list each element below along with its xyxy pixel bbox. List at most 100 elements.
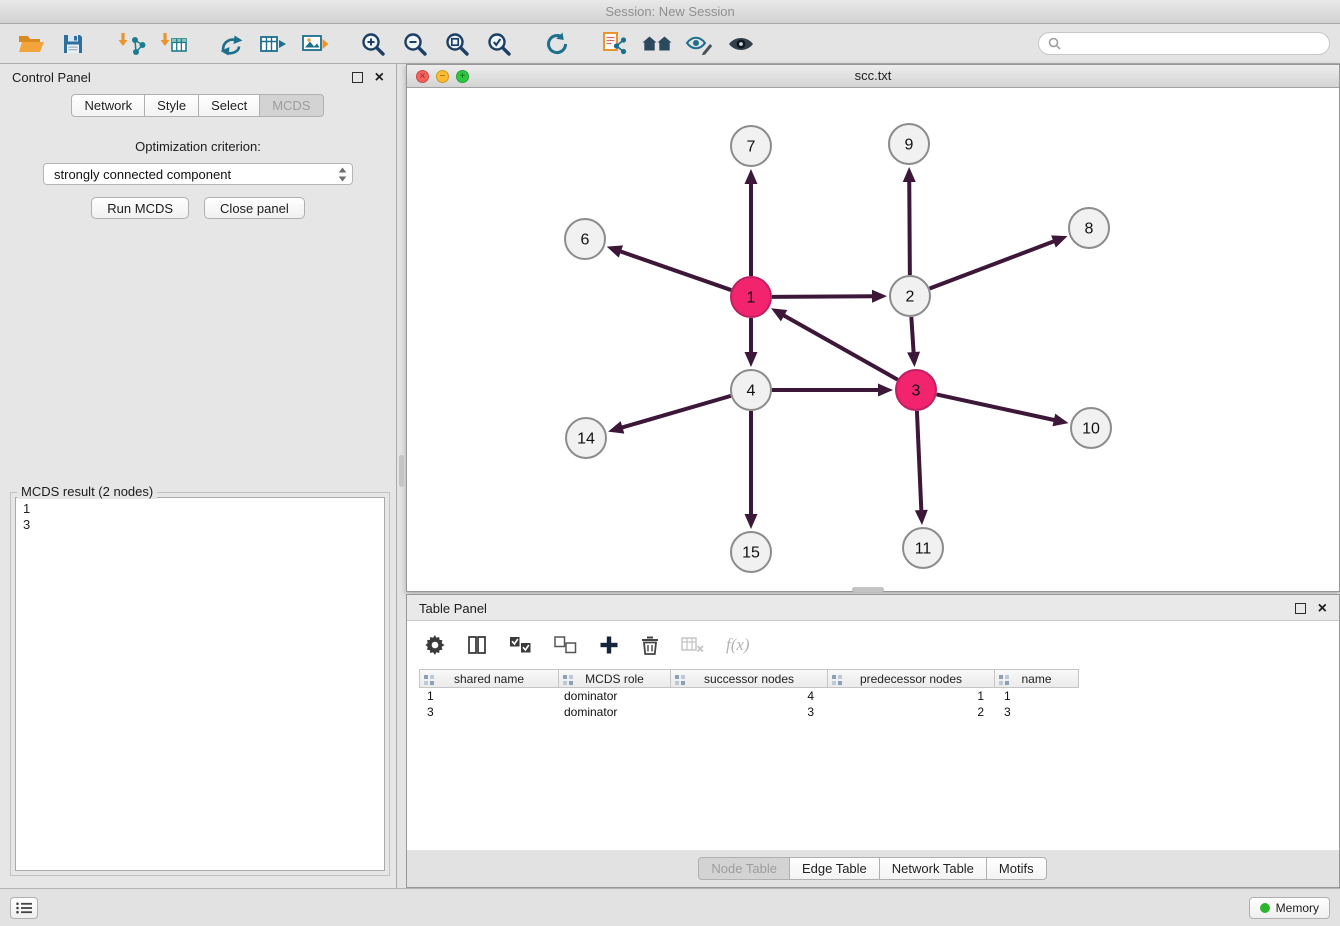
- tab-style[interactable]: Style: [144, 94, 199, 117]
- graph-edge-4-14[interactable]: [621, 396, 731, 428]
- close-table-panel-icon[interactable]: ×: [1318, 603, 1327, 614]
- network-arrows-icon: [218, 32, 244, 56]
- column-header-predecessor-nodes[interactable]: predecessor nodes: [827, 669, 995, 688]
- table-settings-button[interactable]: [425, 635, 445, 655]
- network-window-title: scc.txt: [855, 68, 892, 83]
- fx-icon: f(x): [726, 635, 750, 655]
- table-cell[interactable]: 1: [827, 688, 994, 704]
- zoom-out-icon: [402, 31, 428, 57]
- table-row[interactable]: 3dominator323: [407, 704, 1339, 720]
- table-cell[interactable]: 3: [670, 704, 827, 720]
- graph-node-label: 4: [747, 383, 756, 400]
- column-header-name[interactable]: name: [994, 669, 1079, 688]
- float-table-panel-icon[interactable]: [1295, 603, 1306, 614]
- clone-network-button[interactable]: [252, 27, 294, 61]
- select-all-button[interactable]: [509, 636, 532, 654]
- graph-edge-3-10[interactable]: [937, 394, 1056, 420]
- tab-select[interactable]: Select: [198, 94, 260, 117]
- graph-edge-3-11[interactable]: [917, 411, 921, 512]
- deselect-all-button[interactable]: [554, 636, 577, 654]
- new-network-button[interactable]: [210, 27, 252, 61]
- network-graph[interactable]: 7968124314101511: [407, 88, 1339, 591]
- graph-edge-2-8[interactable]: [930, 241, 1056, 289]
- network-view-window: × − + scc.txt 7968124314101511: [406, 64, 1340, 592]
- open-session-button[interactable]: [10, 27, 52, 61]
- save-icon: [62, 33, 84, 55]
- float-panel-icon[interactable]: [352, 72, 363, 83]
- refresh-icon: [544, 31, 570, 57]
- tab-motifs[interactable]: Motifs: [986, 857, 1047, 880]
- table-content: f(x) shared name MCDS role successor nod…: [407, 620, 1339, 850]
- criterion-select[interactable]: strongly connected component: [43, 163, 353, 185]
- graph-node-label: 14: [577, 431, 595, 448]
- delete-table-button-disabled[interactable]: [681, 637, 704, 653]
- table-cell[interactable]: 4: [670, 688, 827, 704]
- graph-edge-arrowhead: [907, 352, 920, 367]
- column-header-shared-name[interactable]: shared name: [419, 669, 559, 688]
- table-row[interactable]: 1dominator411: [407, 688, 1339, 704]
- zoom-in-button[interactable]: [352, 27, 394, 61]
- zoom-selected-button[interactable]: [478, 27, 520, 61]
- task-history-button[interactable]: [10, 897, 38, 919]
- graph-edge-arrowhead: [915, 510, 928, 525]
- mcds-result-item: 1: [23, 501, 377, 517]
- column-header-mcds-role[interactable]: MCDS role: [558, 669, 671, 688]
- close-panel-button[interactable]: Close panel: [204, 197, 305, 219]
- document-share-icon: [602, 31, 628, 57]
- minimize-window-button[interactable]: −: [436, 70, 449, 83]
- graph-edge-arrowhead: [608, 421, 624, 433]
- search-field[interactable]: [1038, 32, 1330, 55]
- add-column-button[interactable]: [599, 635, 619, 655]
- zoom-out-button[interactable]: [394, 27, 436, 61]
- graph-edge-1-6[interactable]: [619, 251, 731, 290]
- zoom-fit-button[interactable]: [436, 27, 478, 61]
- table-cell[interactable]: dominator: [558, 704, 670, 720]
- graph-node-label: 6: [581, 232, 590, 249]
- memory-button[interactable]: Memory: [1249, 897, 1330, 919]
- table-panel-header: Table Panel ×: [407, 595, 1339, 621]
- import-table-button[interactable]: [152, 27, 194, 61]
- run-mcds-button[interactable]: Run MCDS: [91, 197, 189, 219]
- import-network-button[interactable]: [110, 27, 152, 61]
- network-canvas[interactable]: 7968124314101511: [407, 88, 1339, 591]
- close-panel-icon[interactable]: ×: [375, 72, 384, 83]
- sort-icon: [999, 674, 1009, 688]
- delete-column-button[interactable]: [641, 635, 659, 655]
- share-document-button[interactable]: [594, 27, 636, 61]
- function-builder-button-disabled[interactable]: f(x): [726, 635, 750, 655]
- show-columns-button[interactable]: [467, 635, 487, 655]
- table-cell[interactable]: 2: [827, 704, 994, 720]
- show-graphics-button[interactable]: [720, 27, 762, 61]
- graph-edge-3-1[interactable]: [782, 315, 897, 380]
- refresh-layout-button[interactable]: [536, 27, 578, 61]
- panel-splitter-handle-vertical[interactable]: [399, 455, 404, 487]
- annotation-button[interactable]: [678, 27, 720, 61]
- graph-edge-1-2[interactable]: [772, 296, 874, 297]
- export-image-button[interactable]: [294, 27, 336, 61]
- list-icon: [16, 902, 32, 914]
- mcds-result-list[interactable]: 13: [15, 497, 385, 871]
- table-cell[interactable]: 3: [419, 704, 558, 720]
- panel-splitter-handle-horizontal[interactable]: [852, 587, 884, 592]
- column-header-successor-nodes[interactable]: successor nodes: [670, 669, 828, 688]
- tab-edge-table[interactable]: Edge Table: [789, 857, 880, 880]
- close-window-button[interactable]: ×: [416, 70, 429, 83]
- table-cell[interactable]: 3: [994, 704, 1078, 720]
- delete-table-icon: [681, 637, 704, 653]
- search-input[interactable]: [1066, 36, 1320, 51]
- tab-network-table[interactable]: Network Table: [879, 857, 987, 880]
- graph-edge-2-3[interactable]: [911, 317, 913, 354]
- graph-edge-2-9[interactable]: [909, 180, 910, 275]
- table-tabs-bar: Node Table Edge Table Network Table Moti…: [407, 850, 1339, 887]
- select-all-icon: [509, 636, 532, 654]
- network-window-titlebar[interactable]: × − + scc.txt: [407, 65, 1339, 88]
- neighbors-button[interactable]: [636, 27, 678, 61]
- table-cell[interactable]: dominator: [558, 688, 670, 704]
- zoom-window-button[interactable]: +: [456, 70, 469, 83]
- tab-mcds[interactable]: MCDS: [259, 94, 323, 117]
- table-cell[interactable]: 1: [994, 688, 1078, 704]
- tab-node-table[interactable]: Node Table: [698, 857, 790, 880]
- save-session-button[interactable]: [52, 27, 94, 61]
- table-cell[interactable]: 1: [419, 688, 558, 704]
- tab-network[interactable]: Network: [71, 94, 145, 117]
